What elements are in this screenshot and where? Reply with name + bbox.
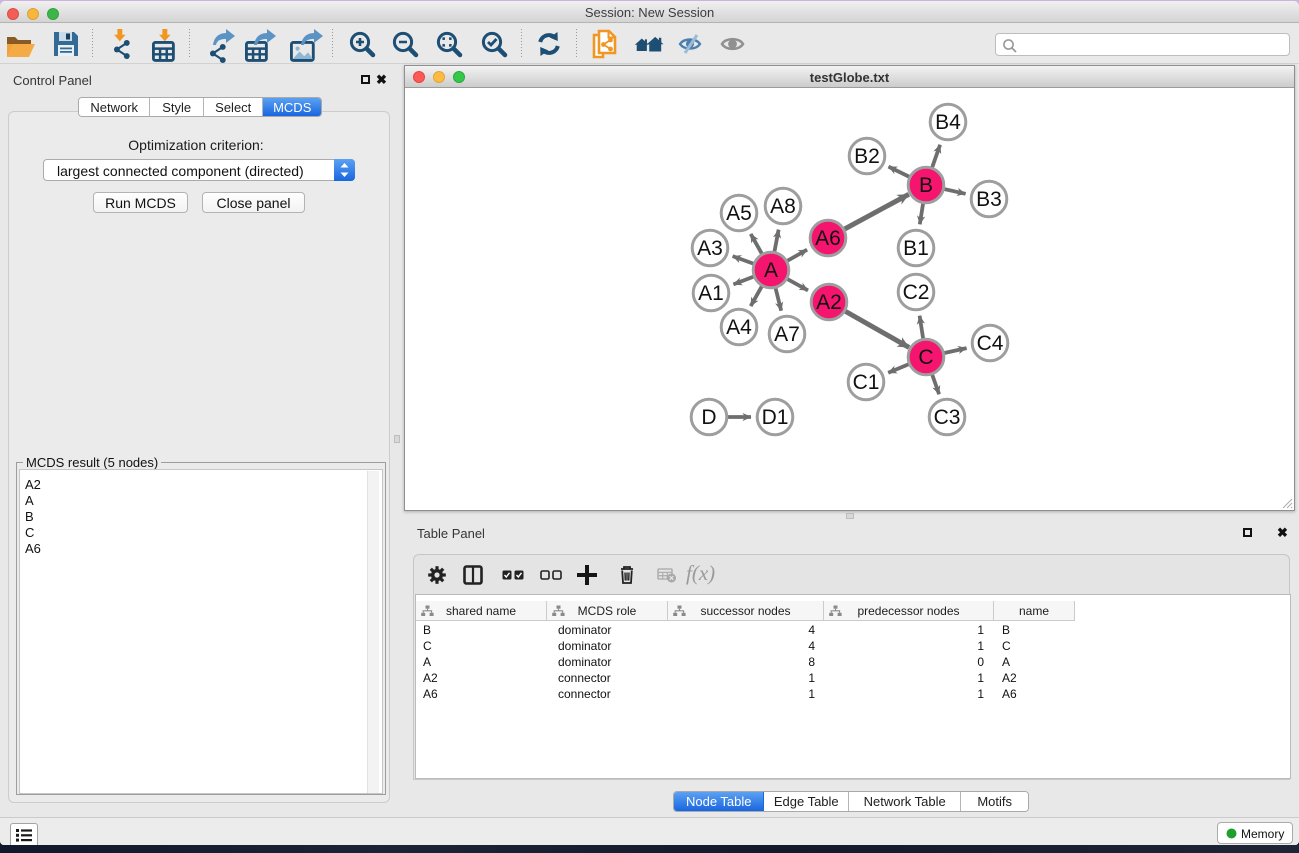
svg-text:C: C <box>918 346 933 369</box>
svg-text:C1: C1 <box>853 371 880 394</box>
svg-text:A4: A4 <box>726 316 752 339</box>
svg-text:A1: A1 <box>698 282 724 305</box>
svg-text:A2: A2 <box>816 291 842 314</box>
svg-text:C3: C3 <box>934 406 961 429</box>
svg-text:B2: B2 <box>854 145 880 168</box>
svg-text:B4: B4 <box>935 111 961 134</box>
svg-text:B3: B3 <box>976 188 1002 211</box>
svg-text:B1: B1 <box>903 237 929 260</box>
svg-text:C4: C4 <box>977 332 1004 355</box>
svg-text:A6: A6 <box>815 227 841 250</box>
svg-text:C2: C2 <box>903 281 930 304</box>
svg-text:A5: A5 <box>726 202 752 225</box>
svg-text:A3: A3 <box>697 237 723 260</box>
svg-text:A8: A8 <box>770 195 796 218</box>
svg-text:D: D <box>701 406 716 429</box>
svg-text:A: A <box>764 259 778 282</box>
svg-text:B: B <box>919 174 933 197</box>
svg-text:D1: D1 <box>762 406 789 429</box>
svg-text:A7: A7 <box>774 323 800 346</box>
